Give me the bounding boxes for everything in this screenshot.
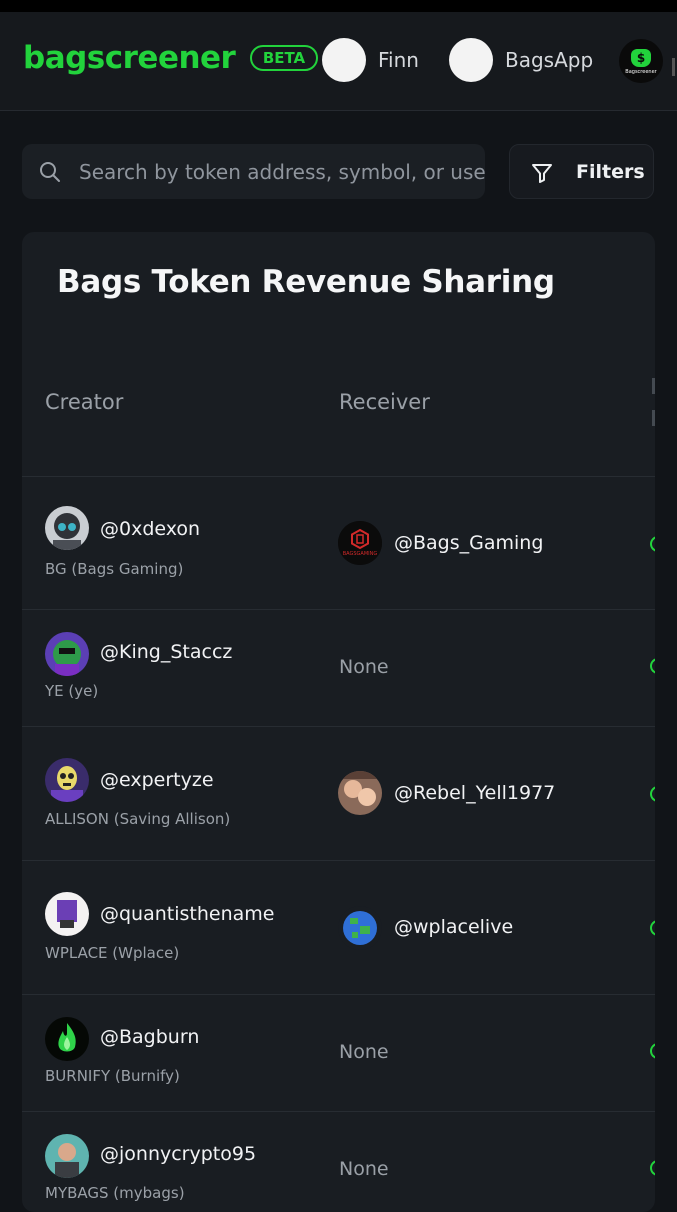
status-bar — [0, 0, 677, 12]
token-name: YE (ye) — [45, 682, 99, 700]
token-name: BURNIFY (Burnify) — [45, 1067, 180, 1085]
status-indicator — [650, 1160, 655, 1176]
creator-avatar[interactable] — [45, 506, 89, 550]
receiver-none: None — [339, 1041, 389, 1063]
bagscreener-app-icon[interactable]: $ Bagscreener — [619, 39, 663, 83]
receiver-none: None — [339, 656, 389, 678]
creator-avatar[interactable] — [45, 1134, 89, 1178]
finn-avatar[interactable] — [322, 38, 366, 82]
receiver-handle[interactable]: @Bags_Gaming — [394, 532, 543, 554]
creator-handle[interactable]: @jonnycrypto95 — [100, 1143, 256, 1165]
filters-label: Filters — [576, 161, 645, 183]
token-name: WPLACE (Wplace) — [45, 944, 180, 962]
receiver-none: None — [339, 1158, 389, 1180]
nav-link-finn[interactable]: Finn — [378, 48, 419, 72]
table-row[interactable]: @jonnycrypto95 MYBAGS (mybags) None — [22, 1112, 655, 1212]
receiver-handle[interactable]: @Rebel_Yell1977 — [394, 782, 555, 804]
table-row[interactable]: @expertyze ALLISON (Saving Allison) @Reb… — [22, 727, 655, 860]
search-placeholder: Search by token address, symbol, or user… — [79, 160, 485, 184]
status-indicator — [650, 1043, 655, 1059]
creator-handle[interactable]: @0xdexon — [100, 518, 200, 540]
table-row[interactable]: @King_Staccz YE (ye) None — [22, 610, 655, 726]
creator-handle[interactable]: @Bagburn — [100, 1026, 199, 1048]
creator-handle[interactable]: @quantisthename — [100, 903, 274, 925]
column-header-overflow — [652, 410, 655, 426]
token-name: MYBAGS (mybags) — [45, 1184, 185, 1202]
column-header-overflow — [652, 378, 655, 394]
nav-link-bagsapp[interactable]: BagsApp — [505, 48, 593, 72]
table-row[interactable]: @Bagburn BURNIFY (Burnify) None — [22, 995, 655, 1111]
creator-avatar[interactable] — [45, 892, 89, 936]
logo[interactable]: bagscreener — [23, 40, 236, 76]
search-icon — [38, 160, 62, 184]
token-name: ALLISON (Saving Allison) — [45, 810, 231, 828]
creator-handle[interactable]: @King_Staccz — [100, 641, 232, 663]
creator-avatar[interactable] — [45, 1017, 89, 1061]
bagsapp-avatar[interactable] — [449, 38, 493, 82]
receiver-avatar[interactable] — [338, 771, 382, 815]
column-header-receiver[interactable]: Receiver — [339, 390, 430, 414]
receiver-avatar[interactable] — [338, 906, 382, 950]
page-title: Bags Token Revenue Sharing — [57, 264, 555, 300]
status-indicator — [650, 786, 655, 802]
revenue-sharing-card: Bags Token Revenue Sharing Creator Recei… — [22, 232, 655, 1212]
table-row[interactable]: @0xdexon BG (Bags Gaming) BAGSGAMING @Ba… — [22, 477, 655, 609]
search-input[interactable]: Search by token address, symbol, or user… — [22, 144, 485, 199]
app-icon-label: Bagscreener — [625, 69, 657, 75]
receiver-avatar-text: BAGSGAMING — [343, 551, 378, 557]
top-nav: bagscreener BETA Finn BagsApp $ Bagscree… — [0, 12, 677, 111]
token-name: BG (Bags Gaming) — [45, 560, 184, 578]
column-header-creator[interactable]: Creator — [45, 390, 123, 414]
status-indicator — [650, 536, 655, 552]
creator-avatar[interactable] — [45, 632, 89, 676]
creator-avatar[interactable] — [45, 758, 89, 802]
filter-icon — [530, 161, 554, 185]
nav-overflow-edge — [672, 58, 675, 76]
status-indicator — [650, 920, 655, 936]
creator-handle[interactable]: @expertyze — [100, 769, 214, 791]
filters-button[interactable]: Filters — [509, 144, 654, 199]
status-indicator — [650, 658, 655, 674]
beta-badge: BETA — [250, 45, 318, 71]
receiver-handle[interactable]: @wplacelive — [394, 916, 513, 938]
receiver-avatar[interactable]: BAGSGAMING — [338, 521, 382, 565]
table-row[interactable]: @quantisthename WPLACE (Wplace) @wplacel… — [22, 861, 655, 994]
money-bag-icon: $ — [631, 49, 651, 67]
